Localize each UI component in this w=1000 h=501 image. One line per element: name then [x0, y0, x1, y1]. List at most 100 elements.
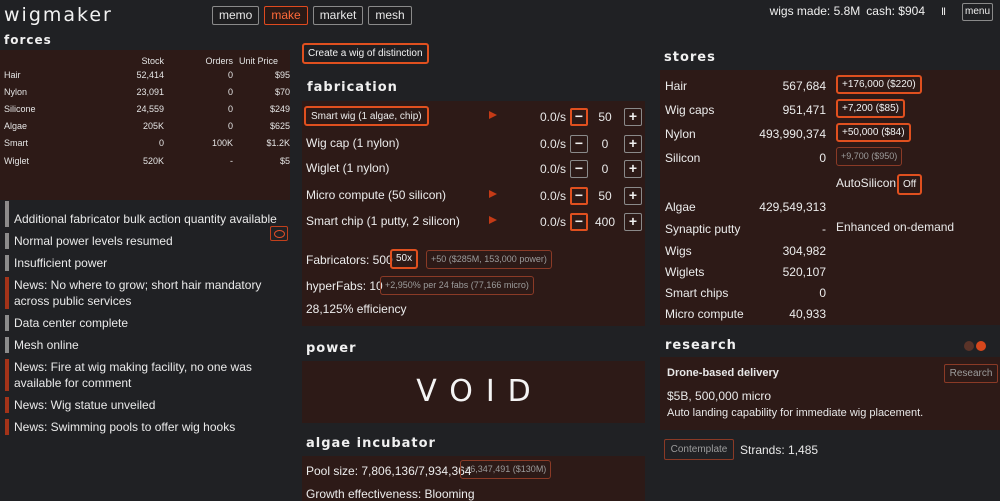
table-cell: 52,414 — [136, 69, 164, 80]
stats: wigs made: 5.8M cash: $904 — [770, 4, 925, 18]
top-bar: wigmaker memo make market mesh wigs made… — [0, 0, 1000, 30]
store-item-name: Algae — [665, 200, 696, 214]
page-dot[interactable] — [964, 341, 974, 351]
fab-product-name: Wig cap (1 nylon) — [306, 136, 400, 150]
store-item-name: Hair — [665, 79, 688, 93]
log-item: Data center complete — [5, 315, 290, 331]
fab-product-name: Micro compute (50 silicon) — [306, 188, 447, 202]
table-cell: 23,091 — [136, 86, 164, 97]
store-row: Wigs 304,982 — [660, 240, 1000, 262]
store-item-value: 40,933 — [789, 307, 826, 321]
research-button[interactable]: Research — [944, 364, 998, 383]
fab-multiplier-button[interactable]: 50x — [390, 249, 419, 269]
store-item-value: 0 — [819, 286, 826, 300]
decrease-button[interactable]: − — [570, 213, 588, 231]
fab-rate: 0.0/s — [539, 110, 566, 124]
table-cell: 100K — [211, 138, 233, 149]
store-item-value: 493,990,374 — [759, 127, 826, 141]
decrease-button[interactable]: − — [570, 135, 588, 153]
menu-button[interactable]: menu — [962, 3, 993, 21]
stores-title: stores — [664, 50, 716, 65]
fab-row: Micro compute (50 silicon) 0.0/s −50 + — [302, 185, 645, 207]
store-row: Hair 567,684 +176,000 ($220) — [660, 75, 1000, 97]
resource-name: Algae — [4, 121, 28, 132]
store-item-value: 0 — [819, 151, 826, 165]
increase-button[interactable]: + — [624, 160, 642, 178]
table-cell: $95 — [274, 69, 290, 80]
buy-store-button[interactable]: +9,700 ($950) — [836, 147, 903, 166]
growth-effectiveness: Growth effectiveness: Blooming — [306, 487, 475, 501]
table-cell: 0 — [158, 138, 164, 149]
table-row: Algae 205K 0 $625 — [0, 118, 290, 135]
resource-name: Silicone — [4, 103, 36, 114]
log-item: News: Fire at wig making facility, no on… — [5, 359, 290, 391]
tab-mesh[interactable]: mesh — [368, 6, 412, 25]
table-cell: 0 — [227, 69, 233, 80]
increase-button[interactable]: + — [624, 135, 642, 153]
forces-table: Stock Orders Unit Price Hair 52,414 0 $95 Ny… — [0, 50, 290, 169]
fab-quantity: 50 — [598, 110, 612, 124]
power-display: VOID — [302, 361, 645, 423]
contemplate-button[interactable]: Contemplate — [664, 439, 734, 460]
buy-store-button[interactable]: +7,200 ($85) — [836, 99, 905, 118]
fab-product-name[interactable]: Smart wig (1 algae, chip) — [304, 106, 429, 126]
fab-rate: 0.0/s — [539, 162, 566, 176]
store-row: Wig caps 951,471 +7,200 ($85) — [660, 99, 1000, 121]
increase-button[interactable]: + — [624, 213, 642, 231]
fab-row: Smart chip (1 putty, 2 silicon) 0.0/s −400… — [302, 211, 645, 233]
forces-panel: Stock Orders Unit Price Hair 52,414 0 $95 Ny… — [0, 50, 290, 241]
research-description: Auto landing capability for immediate wi… — [667, 407, 924, 419]
fab-product-name: Wiglet (1 nylon) — [306, 161, 390, 175]
store-item-value: - — [822, 222, 826, 236]
table-header-row: Stock Orders Unit Price — [0, 50, 290, 66]
decrease-button[interactable]: − — [570, 108, 588, 126]
store-row: Micro compute 40,933 — [660, 303, 1000, 325]
fab-rate: 0.0/s — [539, 215, 566, 229]
increase-button[interactable]: + — [624, 108, 642, 126]
table-row: Nylon 23,091 0 $70 — [0, 83, 290, 100]
create-distinction-button[interactable]: Create a wig of distinction — [302, 43, 429, 64]
log-scroll-stub — [5, 201, 290, 211]
tab-market[interactable]: market — [312, 6, 364, 25]
power-title: power — [306, 341, 357, 356]
expand-pool-button[interactable]: +6,347,491 ($130M) — [460, 460, 552, 479]
column-header: Unit Price — [238, 55, 278, 66]
resource-name: Nylon — [4, 86, 28, 97]
cash-stat: cash: $904 — [866, 4, 925, 18]
research-title: research — [665, 338, 737, 353]
table-row: Smart 0 100K $1.2K — [0, 135, 290, 152]
store-item-value: 951,471 — [782, 103, 826, 117]
tab-make[interactable]: make — [264, 6, 308, 25]
buy-store-button[interactable]: +176,000 ($220) — [836, 75, 922, 94]
page-dot-active[interactable] — [976, 341, 986, 351]
fabricators-count: Fabricators: 500 — [306, 253, 393, 267]
store-item-name: Wiglets — [665, 265, 705, 279]
log-item: News: No where to grow; short hair manda… — [5, 277, 290, 309]
stores-panel: Hair 567,684 +176,000 ($220) Wig caps 951,47… — [660, 70, 1000, 325]
log-item: Additional fabricator bulk action quanti… — [5, 211, 290, 227]
table-cell: $625 — [269, 121, 290, 132]
decrease-button[interactable]: − — [570, 160, 588, 178]
research-page-dots[interactable] — [964, 341, 986, 351]
table-row: Wiglet 520K - $5 — [0, 152, 290, 169]
pause-icon[interactable]: II — [941, 6, 946, 18]
research-cost: $5B, 500,000 micro — [667, 389, 772, 403]
buy-store-button[interactable]: +50,000 ($84) — [836, 123, 911, 142]
research-name: Drone-based delivery — [667, 367, 779, 379]
log-item: News: Swimming pools to offer wig hooks — [5, 419, 290, 435]
table-cell: 24,559 — [136, 103, 164, 114]
increase-button[interactable]: + — [624, 187, 642, 205]
event-log: Additional fabricator bulk action quanti… — [5, 201, 290, 441]
algae-title: algae incubator — [306, 436, 436, 451]
buy-fabricators-button[interactable]: +50 ($285M, 153,000 power) — [426, 250, 552, 269]
autosilicon-toggle[interactable]: Off — [897, 174, 923, 195]
buy-hyperfabs-button[interactable]: +2,950% per 24 fabs (77,166 micro) — [380, 276, 534, 295]
table-cell: $249 — [269, 103, 290, 114]
store-item-name: Micro compute — [665, 307, 744, 321]
decrease-button[interactable]: − — [570, 187, 588, 205]
tab-memo[interactable]: memo — [212, 6, 260, 25]
putty-note: Enhanced on-demand — [836, 220, 955, 234]
play-icon — [489, 190, 497, 198]
forces-title: forces — [4, 33, 52, 47]
table-cell: 0 — [227, 103, 233, 114]
